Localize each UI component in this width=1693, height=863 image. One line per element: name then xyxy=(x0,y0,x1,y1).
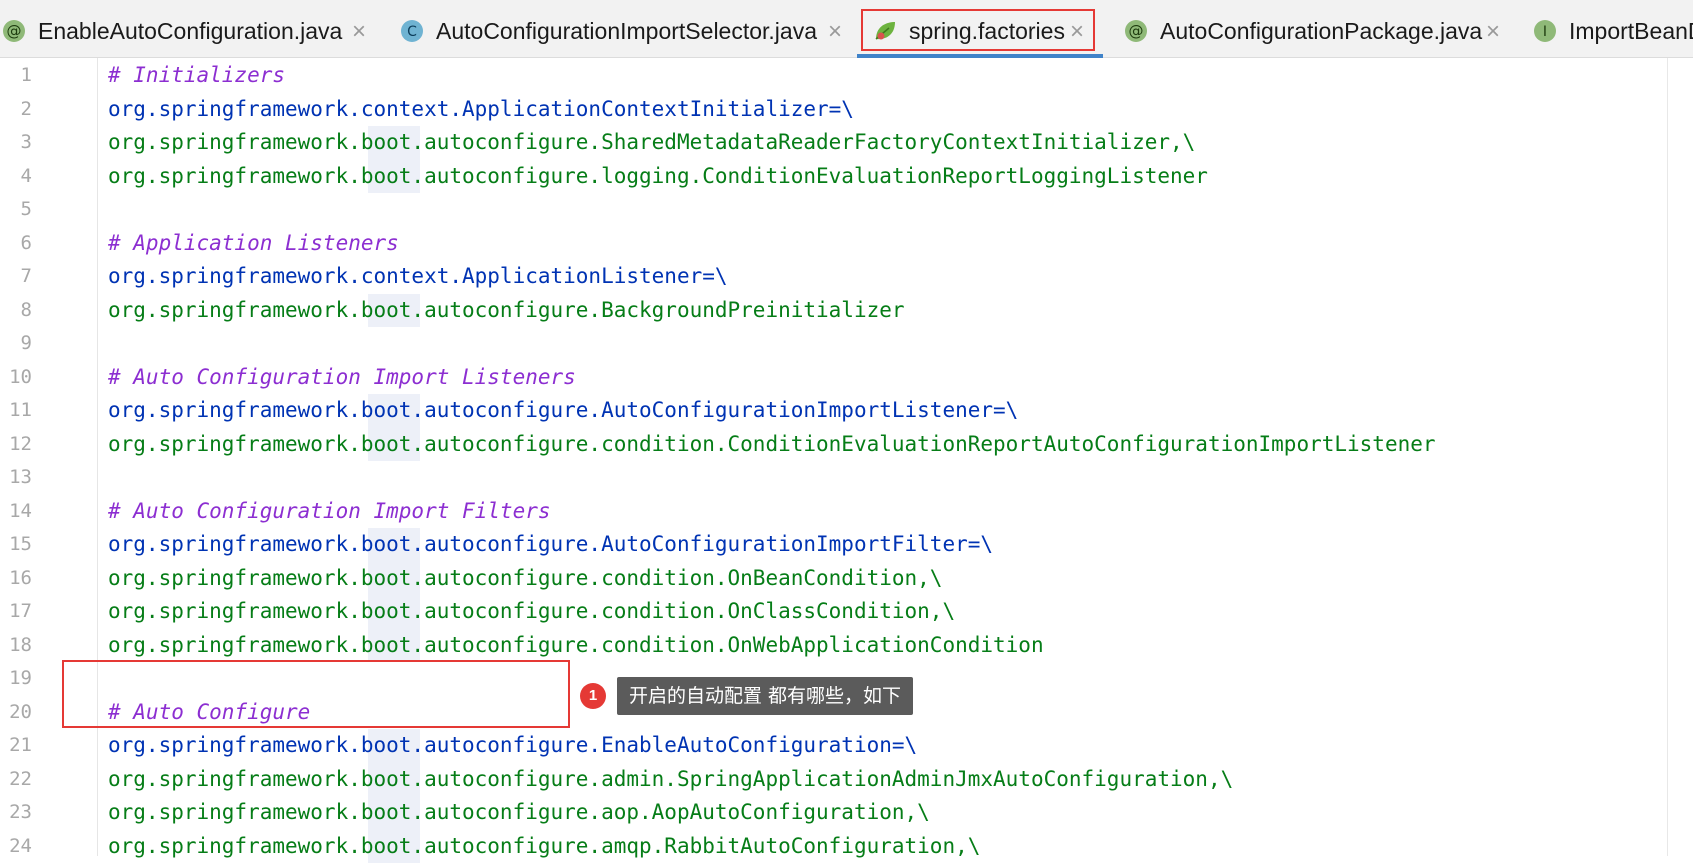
line-number: 1 xyxy=(0,59,32,92)
tab-label: ImportBeanD xyxy=(1569,18,1693,45)
code-line[interactable]: org.springframework.boot.autoconfigure.c… xyxy=(108,428,1436,461)
tab-highlight-box xyxy=(861,9,1095,51)
line-number: 17 xyxy=(0,595,32,628)
line-number: 11 xyxy=(0,394,32,427)
line-number: 16 xyxy=(0,562,32,595)
code-line[interactable]: org.springframework.boot.autoconfigure.a… xyxy=(108,796,930,829)
code-line[interactable]: org.springframework.boot.autoconfigure.c… xyxy=(108,562,942,595)
code-line[interactable]: org.springframework.boot.autoconfigure.S… xyxy=(108,126,1195,159)
code-line[interactable]: org.springframework.boot.autoconfigure.a… xyxy=(108,763,1233,796)
line-number: 13 xyxy=(0,461,32,494)
line-number: 18 xyxy=(0,629,32,662)
code-comment-line[interactable]: # Auto Configuration Import Listeners xyxy=(108,361,576,394)
tab-label: AutoConfigurationPackage.java xyxy=(1160,18,1482,45)
annotation-icon: @ xyxy=(2,19,26,43)
tab-label: AutoConfigurationImportSelector.java xyxy=(436,18,817,45)
annotation-callout: 开启的自动配置 都有哪些，如下 xyxy=(617,677,913,715)
line-number: 8 xyxy=(0,294,32,327)
line-number: 4 xyxy=(0,160,32,193)
line-number: 23 xyxy=(0,796,32,829)
line-number: 5 xyxy=(0,193,32,226)
close-icon[interactable]: × xyxy=(1486,18,1500,46)
code-line[interactable]: org.springframework.boot.autoconfigure.B… xyxy=(108,294,905,327)
annotation-badge: 1 xyxy=(580,683,606,709)
line-number: 14 xyxy=(0,495,32,528)
code-line[interactable]: org.springframework.boot.autoconfigure.c… xyxy=(108,629,1044,662)
line-number: 9 xyxy=(0,327,32,360)
code-line[interactable]: org.springframework.context.ApplicationL… xyxy=(108,260,728,293)
tab-label: EnableAutoConfiguration.java xyxy=(38,18,342,45)
svg-text:@: @ xyxy=(1129,22,1144,40)
close-icon[interactable]: × xyxy=(828,18,842,46)
code-line[interactable]: org.springframework.boot.autoconfigure.E… xyxy=(108,729,917,762)
annotation-highlight-box xyxy=(62,660,570,728)
code-line[interactable]: org.springframework.boot.autoconfigure.A… xyxy=(108,394,1018,427)
line-number: 20 xyxy=(0,696,32,729)
line-number: 2 xyxy=(0,93,32,126)
line-number: 19 xyxy=(0,662,32,695)
code-line[interactable]: org.springframework.context.ApplicationC… xyxy=(108,93,854,126)
code-comment-line[interactable]: # Initializers xyxy=(108,59,285,92)
code-line[interactable]: org.springframework.boot.autoconfigure.a… xyxy=(108,830,980,863)
svg-text:@: @ xyxy=(7,22,22,40)
code-line[interactable]: org.springframework.boot.autoconfigure.l… xyxy=(108,160,1208,193)
code-comment-line[interactable]: # Auto Configuration Import Filters xyxy=(108,495,551,528)
editor-tab-bar: @ EnableAutoConfiguration.java × C AutoC… xyxy=(0,0,1693,58)
code-line[interactable]: org.springframework.boot.autoconfigure.c… xyxy=(108,595,955,628)
line-number: 7 xyxy=(0,260,32,293)
line-number: 12 xyxy=(0,428,32,461)
annotation-icon: @ xyxy=(1124,19,1148,43)
line-number: 15 xyxy=(0,528,32,561)
line-number: 3 xyxy=(0,126,32,159)
right-margin-guide xyxy=(1667,58,1668,856)
code-line[interactable]: org.springframework.boot.autoconfigure.A… xyxy=(108,528,993,561)
svg-text:I: I xyxy=(1543,24,1547,40)
active-tab-indicator xyxy=(857,54,1103,58)
line-number: 22 xyxy=(0,763,32,796)
code-comment-line[interactable]: # Application Listeners xyxy=(108,227,399,260)
line-number: 10 xyxy=(0,361,32,394)
line-number: 6 xyxy=(0,227,32,260)
close-icon[interactable]: × xyxy=(352,18,366,46)
line-number: 21 xyxy=(0,729,32,762)
class-icon: C xyxy=(400,19,424,43)
line-number: 24 xyxy=(0,830,32,863)
interface-icon: I xyxy=(1533,19,1557,43)
svg-text:C: C xyxy=(407,24,417,40)
